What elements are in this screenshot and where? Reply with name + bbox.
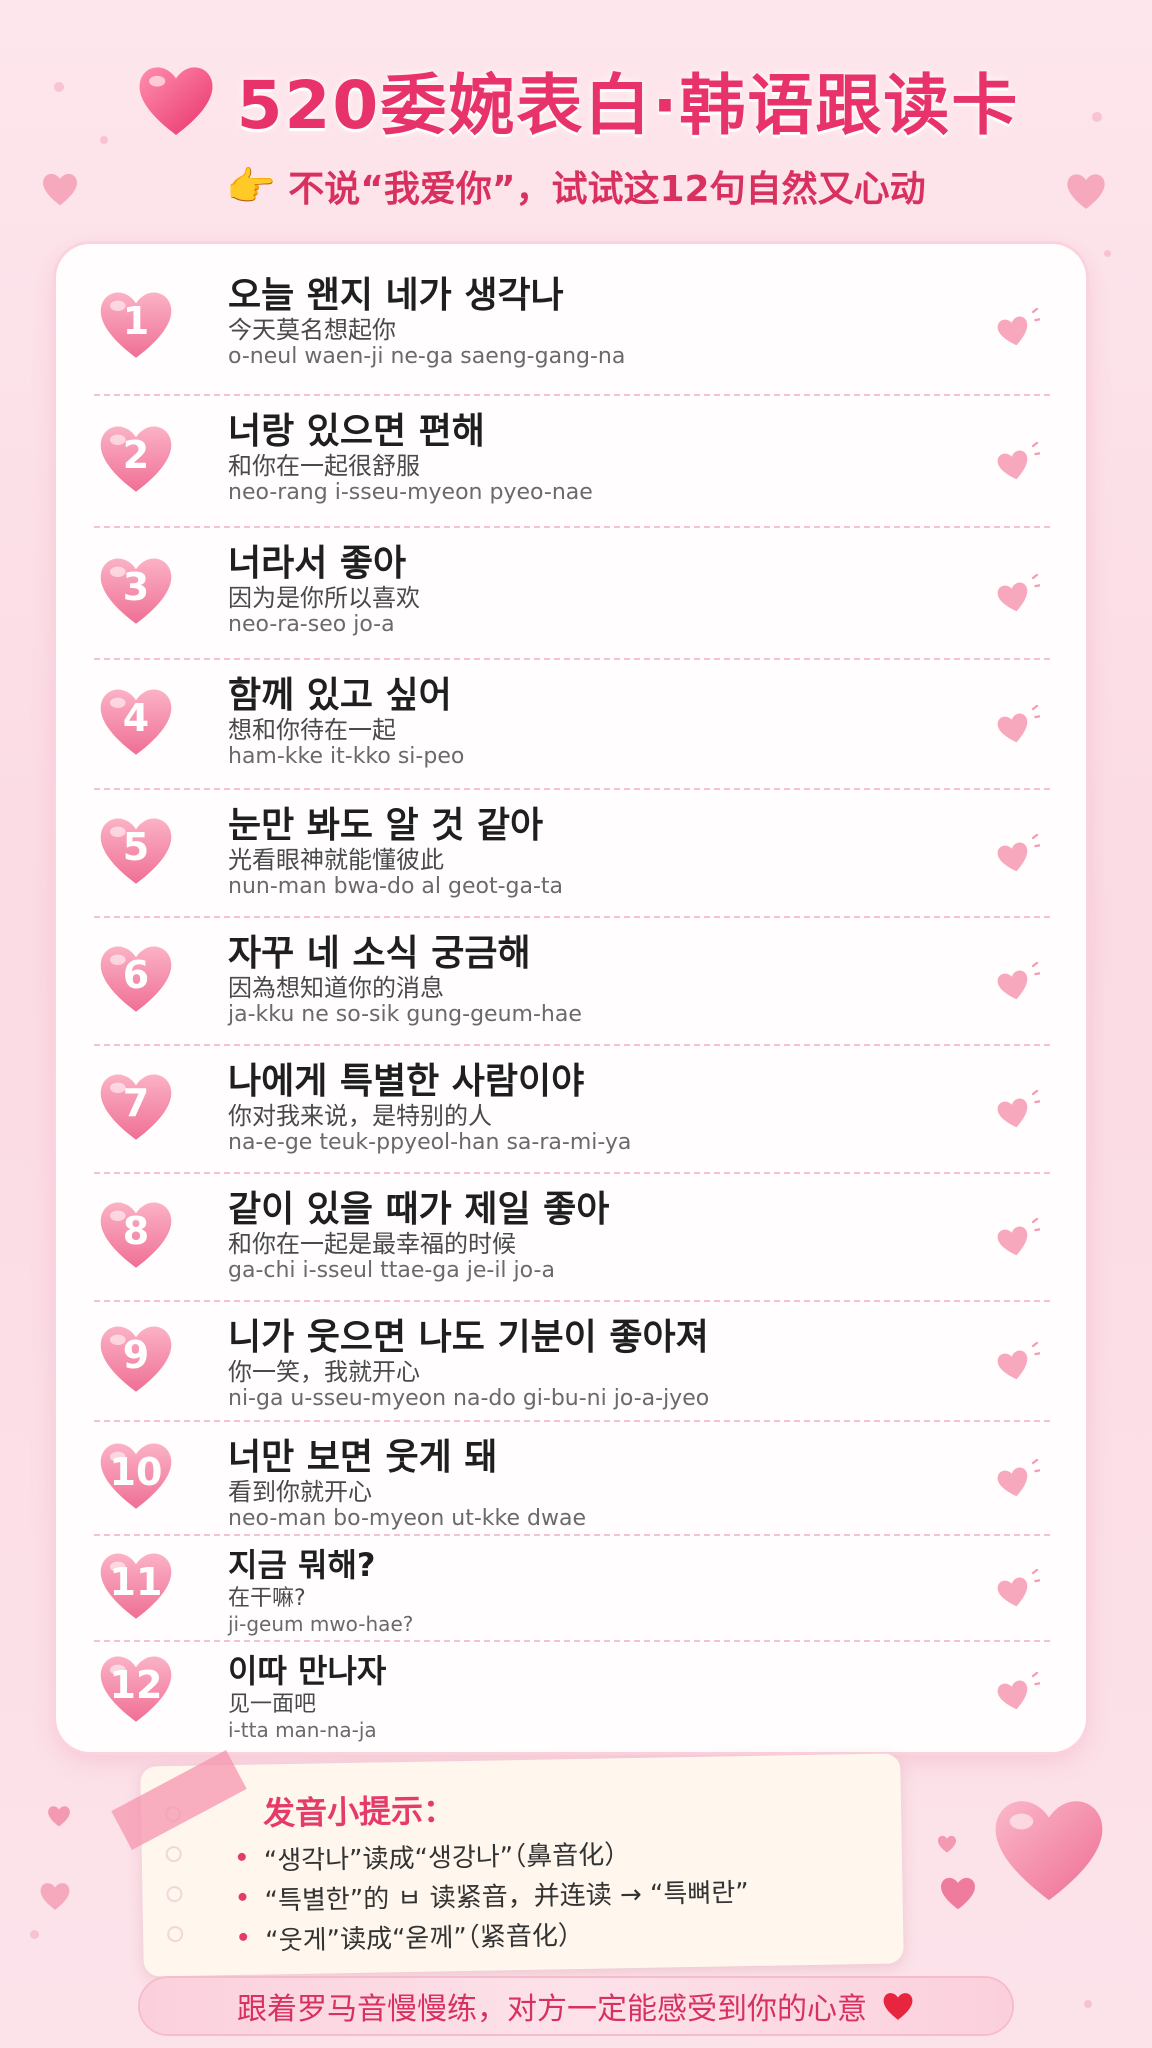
phrase-number: 9: [122, 1333, 150, 1377]
heart-icon: [40, 1883, 70, 1910]
phrase-row: 11 지금 뭐해? 在干嘛? ji-geum mwo-hae?: [94, 1536, 1050, 1642]
romanization: neo-man bo-myeon ut-kke dwae: [228, 1506, 586, 1531]
romanization: ga-chi i-sseul ttae-ga je-il jo-a: [228, 1258, 555, 1283]
notebook-hole: [165, 1845, 182, 1863]
tip-item: “특별한”的 ㅂ 读紧音，并连读 → “특뼈란”: [264, 1872, 749, 1917]
heart-icon: [997, 1672, 1040, 1710]
romanization: ham-kke it-kko si-peo: [228, 744, 465, 769]
phrase-row: 7 나에게 특별한 사람이야 你对我来说，是特别的人 na-e-ge teuk-ppy…: [94, 1046, 1050, 1174]
number-heart-badge: 1: [94, 285, 178, 363]
tips-title: 发音小提示：: [262, 1791, 456, 1833]
number-heart-badge: 6: [94, 939, 178, 1017]
phrase-row: 5 눈만 봐도 알 것 같아 光看眼神就能懂彼此 nun-man bwa-do al …: [94, 790, 1050, 918]
heart-icon: [997, 705, 1040, 743]
heart-icon: [995, 1801, 1103, 1901]
phrase-row: 1 오늘 왠지 네가 생각나 今天莫名想起你 o-neul waen-ji ne-ga…: [94, 260, 1050, 396]
chinese-translation: 你对我来说，是特别的人: [228, 1102, 492, 1130]
romanization: neo-rang i-sseu-myeon pyeo-nae: [228, 480, 593, 505]
phrase-number: 5: [122, 825, 150, 869]
number-heart-badge: 2: [94, 419, 178, 497]
chinese-translation: 光看眼神就能懂彼此: [228, 846, 444, 874]
chinese-translation: 和你在一起是最幸福的时候: [228, 1230, 516, 1258]
chinese-translation: 因為想知道你的消息: [228, 974, 444, 1002]
phrase-number: 10: [109, 1450, 163, 1494]
page-subtitle-row: 👉 不说“我爱你”，试试这12句自然又心动: [0, 158, 1152, 214]
number-heart-badge: 3: [94, 551, 178, 629]
number-heart-badge: 8: [94, 1195, 178, 1273]
number-heart-badge: 10: [94, 1436, 178, 1514]
page-title: 520委婉表白·韩语跟读卡: [236, 67, 1020, 144]
phrase-card: 1 오늘 왠지 네가 생각나 今天莫名想起你 o-neul waen-ji ne-ga…: [56, 244, 1086, 1752]
heart-icon: [139, 67, 213, 135]
heart-icon: [997, 1459, 1040, 1497]
romanization: na-e-ge teuk-ppyeol-han sa-ra-mi-ya: [228, 1130, 632, 1155]
heart-icon: [883, 1993, 913, 2020]
sparkle-dot: [30, 1930, 39, 1939]
number-heart-badge: 5: [94, 811, 178, 889]
phrase-row: 4 함께 있고 싶어 想和你待在一起 ham-kke it-kko si-peo: [94, 660, 1050, 790]
romanization: ji-geum mwo-hae?: [228, 1612, 414, 1636]
heart-icon: [48, 1806, 70, 1827]
chinese-translation: 因为是你所以喜欢: [228, 584, 420, 612]
footer-banner: 跟着罗马音慢慢练，对方一定能感受到你的心意: [140, 1978, 1012, 2034]
phrase-number: 8: [122, 1209, 150, 1253]
phrase-row: 2 너랑 있으면 편해 和你在一起很舒服 neo-rang i-sseu-myeon …: [94, 396, 1050, 528]
pointing-hand-icon: 👉: [226, 163, 277, 210]
sparkle-dot: [1084, 2000, 1092, 2008]
romanization: nun-man bwa-do al geot-ga-ta: [228, 874, 564, 899]
heart-icon: [997, 308, 1040, 346]
heart-icon: [997, 962, 1040, 1000]
heart-icon: [997, 834, 1040, 872]
number-heart-badge: 7: [94, 1067, 178, 1145]
heart-icon: [997, 1569, 1040, 1607]
number-heart-badge: 4: [94, 682, 178, 760]
sparkle-dot: [1104, 250, 1111, 257]
heart-icon: [997, 442, 1040, 480]
heart-icon: [997, 574, 1040, 612]
tip-item: “생각나”读成“생강나”（鼻音化）: [264, 1834, 631, 1877]
notebook-hole: [167, 1925, 184, 1943]
chinese-translation: 想和你待在一起: [228, 716, 396, 744]
phrase-row: 10 너만 보면 웃게 돼 看到你就开心 neo-man bo-myeon ut-kk…: [94, 1422, 1050, 1536]
tip-item: “웃게”读成“욷께”（紧音化）: [265, 1915, 584, 1958]
phrase-row: 9 니가 웃으면 나도 기분이 좋아져 你一笑，我就开心 ni-ga u-sseu-m…: [94, 1302, 1050, 1422]
romanization: ni-ga u-sseu-myeon na-do gi-bu-ni jo-a-j…: [228, 1386, 710, 1411]
chinese-translation: 和你在一起很舒服: [228, 452, 420, 480]
pronunciation-tips: 发音小提示： “생각나”读成“생강나”（鼻音化） “특별한”的 ㅂ 读紧音，并连…: [140, 1753, 904, 1977]
phrase-number: 12: [109, 1663, 163, 1707]
chinese-translation: 在干嘛?: [228, 1586, 306, 1611]
notebook-hole: [166, 1885, 183, 1903]
romanization: o-neul waen-ji ne-ga saeng-gang-na: [228, 344, 626, 369]
page-header: 520委婉表白·韩语跟读卡: [0, 52, 1152, 148]
heart-icon: [997, 1090, 1040, 1128]
phrase-row: 8 같이 있을 때가 제일 좋아 和你在一起是最幸福的时候 ga-chi i-sseu…: [94, 1174, 1050, 1302]
phrase-number: 11: [109, 1560, 163, 1604]
phrase-number: 7: [122, 1081, 150, 1125]
phrase-row: 3 너라서 좋아 因为是你所以喜欢 neo-ra-seo jo-a: [94, 528, 1050, 660]
heart-icon: [941, 1877, 975, 1910]
heart-icon: [997, 1218, 1040, 1256]
page-subtitle: 不说“我爱你”，试试这12句自然又心动: [288, 169, 926, 210]
phrase-number: 6: [122, 953, 150, 997]
heart-icon: [937, 1835, 957, 1853]
phrase-number: 4: [122, 696, 150, 740]
number-heart-badge: 11: [94, 1546, 178, 1624]
phrase-number: 2: [122, 433, 150, 477]
phrase-number: 1: [122, 299, 150, 343]
phrase-row: 12 이따 만나자 见一面吧 i-tta man-na-ja: [94, 1642, 1050, 1742]
chinese-translation: 看到你就开心: [228, 1478, 372, 1506]
chinese-translation: 今天莫名想起你: [228, 316, 396, 344]
romanization: i-tta man-na-ja: [228, 1718, 377, 1742]
chinese-translation: 你一笑，我就开心: [228, 1358, 420, 1386]
romanization: ja-kku ne so-sik gung-geum-hae: [228, 1002, 582, 1027]
number-heart-badge: 12: [94, 1649, 178, 1727]
heart-icon: [997, 1342, 1040, 1380]
chinese-translation: 见一面吧: [228, 1692, 317, 1717]
romanization: neo-ra-seo jo-a: [228, 612, 395, 637]
phrase-row: 6 자꾸 네 소식 궁금해 因為想知道你的消息 ja-kku ne so-sik gu…: [94, 918, 1050, 1046]
phrase-number: 3: [122, 565, 150, 609]
footer-text: 跟着罗马音慢慢练，对方一定能感受到你的心意: [237, 1992, 867, 2027]
number-heart-badge: 9: [94, 1319, 178, 1397]
